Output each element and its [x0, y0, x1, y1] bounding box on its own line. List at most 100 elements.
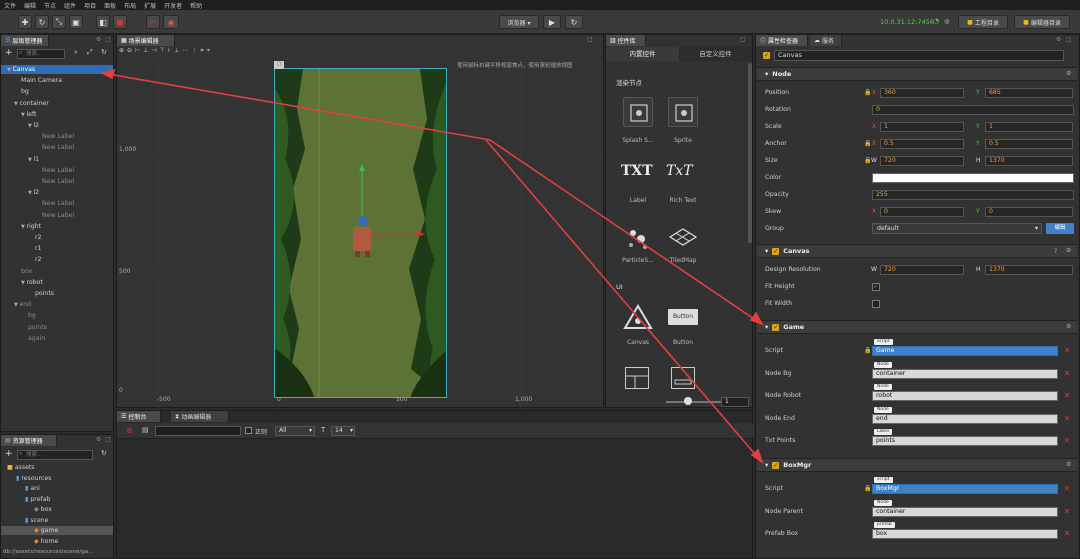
lock-icon[interactable]: 🔒	[864, 89, 871, 96]
scrollbar[interactable]	[748, 63, 752, 243]
menu-item[interactable]: 开发者	[164, 1, 182, 10]
regex-checkbox[interactable]	[245, 427, 252, 434]
game-enabled-checkbox[interactable]: ✓	[772, 323, 780, 331]
fit-width-checkbox[interactable]	[872, 300, 880, 308]
hierarchy-node[interactable]: New Label	[42, 199, 74, 208]
menu-item[interactable]: 节点	[44, 1, 56, 10]
position-y-field[interactable]: 685	[985, 88, 1073, 98]
hierarchy-node[interactable]: points	[35, 289, 54, 298]
open-log-icon[interactable]: ▤	[142, 426, 149, 434]
position-x-field[interactable]: 360	[880, 88, 964, 98]
panel-maximize-icon[interactable]: □	[1066, 36, 1072, 43]
menu-item[interactable]: 布局	[124, 1, 136, 10]
tab-hierarchy[interactable]: ☰ 层级管理器	[1, 35, 49, 46]
scale-y-field[interactable]: 1	[985, 122, 1073, 132]
asset-item[interactable]: ◆ game	[1, 526, 113, 535]
panel-maximize-icon[interactable]: □	[587, 36, 593, 43]
panel-menu-icon[interactable]: ⚙	[96, 36, 101, 43]
menu-item[interactable]: 编辑	[24, 1, 36, 10]
icon-size-slider[interactable]	[666, 401, 726, 403]
font-size-select[interactable]: 14 ▾	[331, 426, 355, 436]
gear-icon[interactable]: ⚙	[1066, 247, 1071, 254]
hierarchy-node[interactable]: r2	[35, 233, 41, 242]
boxmgr-script-field[interactable]: BoxMgr	[872, 484, 1058, 494]
tiledmap-icon[interactable]	[668, 225, 698, 253]
color-picker[interactable]	[872, 173, 1074, 183]
node-active-checkbox[interactable]: ✓	[763, 51, 770, 59]
align-right-icon[interactable]: ⊣	[152, 47, 157, 57]
widget-splash-sprite[interactable]	[623, 97, 653, 127]
move-tool-icon[interactable]: ✚	[18, 15, 32, 29]
txt-points-field[interactable]: points	[872, 436, 1058, 446]
clear-console-icon[interactable]: ⊘	[126, 426, 133, 435]
node-end-field[interactable]: end	[872, 414, 1058, 424]
rotate-tool-icon[interactable]: ↻	[35, 15, 49, 29]
local-global-icon[interactable]: ⌐	[146, 15, 160, 29]
hierarchy-node[interactable]: bg	[21, 87, 29, 96]
menu-item[interactable]: 文件	[4, 1, 16, 10]
lock-icon[interactable]: 🔒	[864, 140, 871, 147]
anchor-x-field[interactable]: 0.5	[880, 139, 964, 149]
hierarchy-node[interactable]: r1	[35, 244, 41, 253]
zoom-out-icon[interactable]: ⊖	[127, 47, 132, 57]
align-top-icon[interactable]: ⊤	[160, 47, 165, 57]
node-section-header[interactable]: ▾ Node	[757, 67, 1077, 81]
tab-widgets[interactable]: ▥ 控件库	[606, 35, 646, 46]
gear-icon[interactable]: ⚙	[1066, 323, 1071, 330]
close-icon[interactable]: ✕	[1062, 391, 1072, 401]
gear-icon[interactable]: ⚙	[1066, 461, 1071, 468]
design-height-field[interactable]: 1370	[985, 265, 1073, 275]
refresh-icon[interactable]: ↻	[101, 449, 107, 457]
tab-inspector[interactable]: ⓘ 属性检查器	[756, 35, 808, 46]
hierarchy-search-input[interactable]	[17, 49, 65, 59]
asset-item[interactable]: ▮ ani	[25, 484, 40, 493]
size-w-field[interactable]: 720	[880, 156, 964, 166]
project-dir-button[interactable]: ■ 工程目录	[958, 15, 1008, 29]
asset-item[interactable]: ◈ box	[34, 505, 52, 514]
hierarchy-node[interactable]: New Label	[42, 143, 74, 152]
hierarchy-node[interactable]: bg	[28, 311, 36, 320]
hierarchy-node[interactable]: ▼ l1	[28, 155, 39, 164]
hierarchy-node[interactable]: Main Camera	[21, 76, 62, 85]
refresh-button[interactable]: ↻	[565, 15, 583, 29]
group-select[interactable]: default ▾	[872, 223, 1042, 234]
hierarchy-node[interactable]: New Label	[42, 211, 74, 220]
add-node-icon[interactable]: +	[5, 48, 13, 58]
rotation-field[interactable]: 0	[872, 105, 1074, 115]
canvas-widget-icon[interactable]	[623, 303, 653, 331]
tab-console[interactable]: ☰ 控制台	[117, 411, 161, 422]
add-asset-icon[interactable]: +	[5, 449, 13, 459]
tab-custom-widgets[interactable]: 自定义控件	[679, 47, 752, 61]
hierarchy-node[interactable]: ▼ right	[21, 222, 41, 231]
slider-handle[interactable]	[684, 397, 692, 405]
skew-x-field[interactable]: 0	[880, 207, 964, 217]
asset-item[interactable]: ■ assets	[7, 463, 35, 472]
anchor-y-field[interactable]: 0.5	[985, 139, 1073, 149]
asset-item[interactable]: ▮ scene	[25, 516, 49, 525]
help-icon[interactable]: ?	[1054, 248, 1057, 255]
user-icon[interactable]: ◍	[944, 18, 949, 25]
hierarchy-node[interactable]: ▼ container	[14, 99, 49, 108]
tab-scene[interactable]: ▦ 场景编辑器	[117, 35, 175, 46]
game-canvas-preview[interactable]	[274, 68, 447, 398]
align-bottom-icon[interactable]: ⊥	[174, 47, 179, 57]
node-bg-field[interactable]: container	[872, 369, 1058, 379]
menu-item[interactable]: 面板	[104, 1, 116, 10]
console-filter-input[interactable]	[155, 426, 241, 436]
design-width-field[interactable]: 720	[880, 265, 964, 275]
game-script-field[interactable]: Game	[872, 346, 1058, 356]
distribute-space-icon[interactable]: ⌖	[207, 47, 210, 57]
skew-y-field[interactable]: 0	[985, 207, 1073, 217]
panel-menu-icon[interactable]: ⚙	[96, 436, 101, 443]
boxmgr-section-header[interactable]: ▾ ✓ BoxMgr	[757, 458, 1077, 472]
hierarchy-node[interactable]: box	[21, 267, 32, 276]
hierarchy-node[interactable]: ▼ l2	[28, 188, 39, 197]
close-icon[interactable]: ✕	[1062, 414, 1072, 424]
canvas-section-header[interactable]: ▾ ✓ Canvas	[757, 244, 1077, 258]
label-widget-icon[interactable]: TXT	[621, 163, 653, 179]
edit-group-button[interactable]: 编辑	[1046, 223, 1074, 234]
scale-tool-icon[interactable]: ⤡	[52, 15, 66, 29]
menu-item[interactable]: 扩展	[144, 1, 156, 10]
close-icon[interactable]: ✕	[1062, 507, 1072, 517]
panel-menu-icon[interactable]: ⚙	[1056, 36, 1061, 43]
